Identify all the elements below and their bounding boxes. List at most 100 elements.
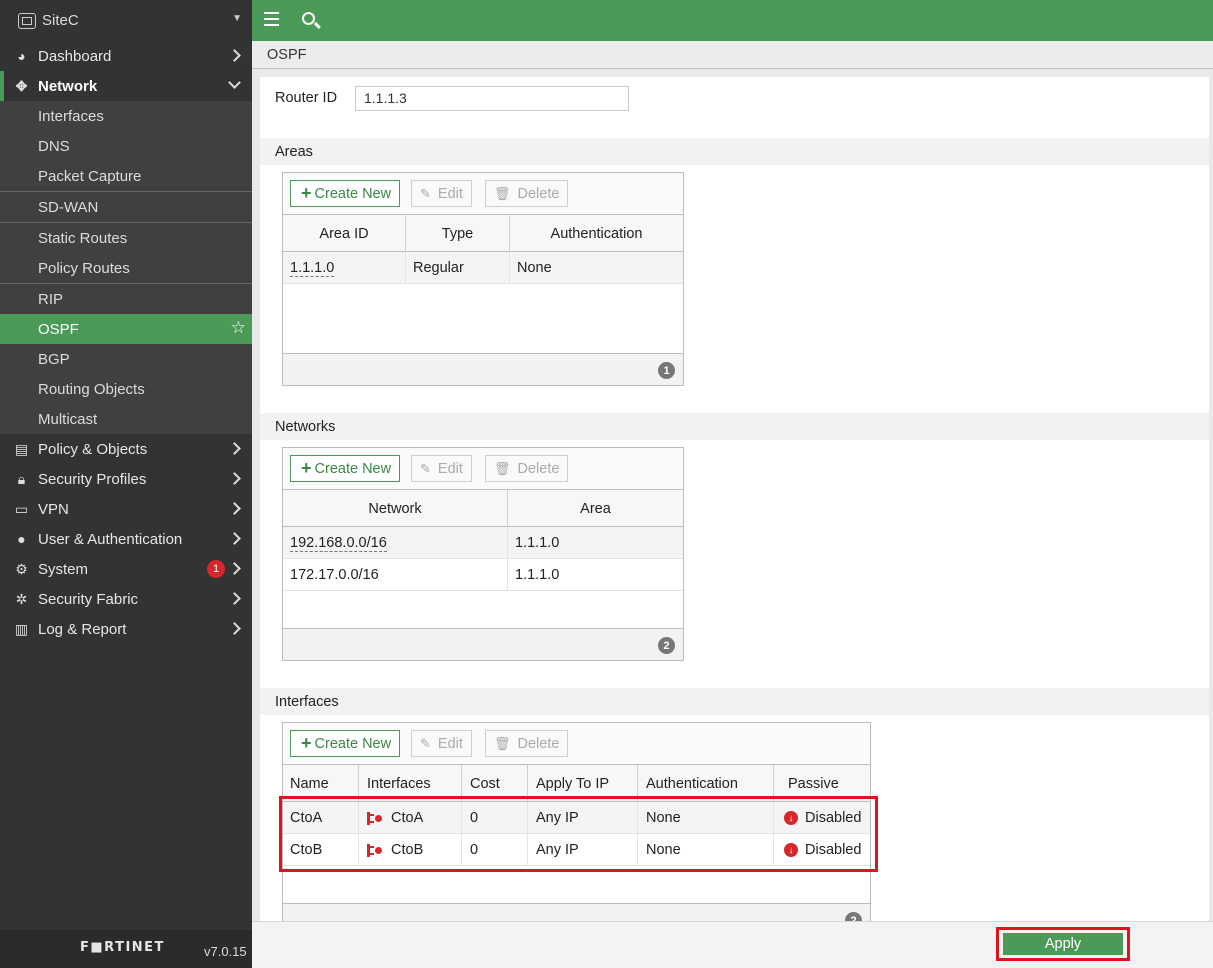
laptop-icon: ▭ <box>14 500 29 517</box>
hamburger-menu-icon[interactable] <box>264 12 279 26</box>
networks-table: + Create New ✎ Edit 🗑︎ Delete Network Area … <box>282 447 684 661</box>
column-header[interactable]: Network <box>283 490 508 527</box>
column-header[interactable]: Cost <box>462 765 528 802</box>
chevron-right-icon <box>228 532 241 545</box>
row-count-badge: 2 <box>845 912 862 921</box>
chevron-right-icon <box>228 622 241 635</box>
sidebar-item-policy-routes[interactable]: Policy Routes <box>0 253 252 283</box>
area-id-value: 1.1.1.0 <box>290 259 335 277</box>
sidebar-item-static-routes[interactable]: Static Routes <box>0 223 252 253</box>
search-icon[interactable] <box>302 12 315 25</box>
table-row[interactable]: 172.17.0.0/16 1.1.1.0 <box>283 559 683 591</box>
edit-button[interactable]: ✎ Edit <box>411 455 472 482</box>
sidebar-item-label: Network <box>38 77 98 95</box>
row-count-badge: 2 <box>658 637 675 654</box>
sidebar-item-packet-capture[interactable]: Packet Capture <box>0 161 252 191</box>
edit-button[interactable]: ✎ Edit <box>411 730 472 757</box>
gear-icon: ⚙ <box>15 560 28 577</box>
sidebar-item-multicast[interactable]: Multicast <box>0 404 252 434</box>
chevron-right-icon <box>228 562 241 575</box>
user-icon: ● <box>17 531 26 547</box>
column-header[interactable]: Passive <box>774 765 870 802</box>
network-value: 192.168.0.0/16 <box>290 534 387 552</box>
plus-icon: + <box>301 458 312 478</box>
table-row[interactable]: CtoB CtoB 0 Any IP None ↓ Disabled <box>283 834 870 866</box>
passive-status: Disabled <box>805 810 862 826</box>
delete-button[interactable]: 🗑︎ Delete <box>485 455 569 482</box>
sidebar-item-ospf[interactable]: OSPF ☆ <box>0 314 252 344</box>
site-name: SiteC <box>42 12 79 29</box>
column-header[interactable]: Apply To IP <box>528 765 638 802</box>
column-header[interactable]: Area <box>508 490 683 527</box>
dashboard-icon: ◕ <box>17 48 26 64</box>
table-cell: Regular <box>406 252 510 284</box>
table-cell: Any IP <box>528 802 638 834</box>
delete-button[interactable]: 🗑︎ Delete <box>485 730 569 757</box>
chart-icon: ▥ <box>14 620 29 637</box>
button-label: Delete <box>517 185 560 202</box>
table-cell: CtoB <box>359 834 462 866</box>
sidebar-item-interfaces[interactable]: Interfaces <box>0 101 252 131</box>
table-header: Area ID Type Authentication <box>283 215 683 252</box>
apply-button[interactable]: Apply <box>1003 933 1123 955</box>
router-id-input[interactable]: 1.1.1.3 <box>355 86 629 111</box>
chevron-right-icon <box>228 49 241 62</box>
sidebar-item-vpn[interactable]: ▭ VPN <box>0 494 252 524</box>
sidebar-item-security-fabric[interactable]: ✲ Security Fabric <box>0 584 252 614</box>
interfaces-table: + Create New ✎ Edit 🗑︎ Delete Name Interfac… <box>282 722 871 921</box>
apply-highlight: Apply <box>996 927 1130 961</box>
disabled-arrow-icon: ↓ <box>784 811 798 825</box>
create-new-button[interactable]: + Create New <box>290 730 401 757</box>
sidebar-item-label: Dashboard <box>38 47 112 65</box>
sidebar-item-bgp[interactable]: BGP <box>0 344 252 374</box>
create-new-button[interactable]: + Create New <box>290 455 401 482</box>
delete-button[interactable]: 🗑︎ Delete <box>485 180 569 207</box>
device-icon <box>18 12 36 29</box>
sidebar-item-label: Security Fabric <box>38 590 139 608</box>
networks-toolbar: + Create New ✎ Edit 🗑︎ Delete <box>283 448 683 490</box>
sidebar-item-label: User & Authentication <box>38 530 183 548</box>
edit-button[interactable]: ✎ Edit <box>411 180 472 207</box>
table-row[interactable]: 1.1.1.0 Regular None <box>283 252 683 284</box>
sidebar-item-label: System <box>38 560 89 578</box>
column-header[interactable]: Area ID <box>283 215 406 252</box>
site-selector[interactable]: SiteC ▼ <box>0 0 252 41</box>
sidebar-item-log-report[interactable]: ▥ Log & Report <box>0 614 252 644</box>
plus-icon: + <box>301 733 312 753</box>
fortinet-logo: F■RTINET <box>80 940 165 955</box>
sidebar-item-routing-objects[interactable]: Routing Objects <box>0 374 252 404</box>
sidebar-item-rip[interactable]: RIP <box>0 284 252 314</box>
interface-icon <box>367 843 382 857</box>
sidebar-item-label: Security Profiles <box>38 470 147 488</box>
sidebar-item-policy-objects[interactable]: ▤ Policy & Objects <box>0 434 252 464</box>
table-cell: 1.1.1.0 <box>283 252 406 284</box>
sidebar-item-dns[interactable]: DNS <box>0 131 252 161</box>
column-header[interactable]: Type <box>406 215 510 252</box>
column-header[interactable]: Interfaces <box>359 765 462 802</box>
table-cell: None <box>638 802 774 834</box>
star-icon[interactable]: ☆ <box>231 318 246 338</box>
sidebar-item-user-authentication[interactable]: ● User & Authentication <box>0 524 252 554</box>
table-row[interactable]: CtoA CtoA 0 Any IP None ↓ Disabled <box>283 802 870 834</box>
sidebar-item-label: Routing Objects <box>38 380 145 398</box>
trash-icon: 🗑︎ <box>494 735 511 751</box>
column-header[interactable]: Name <box>283 765 359 802</box>
column-header[interactable]: Authentication <box>638 765 774 802</box>
chevron-right-icon <box>228 442 241 455</box>
sidebar-item-security-profiles[interactable]: 🔒︎ Security Profiles <box>0 464 252 494</box>
router-id-label: Router ID <box>275 90 338 106</box>
chevron-right-icon <box>228 472 241 485</box>
create-new-button[interactable]: + Create New <box>290 180 401 207</box>
table-row[interactable]: 192.168.0.0/16 1.1.1.0 <box>283 527 683 559</box>
interface-name: CtoA <box>391 810 424 826</box>
sidebar-item-sd-wan[interactable]: SD-WAN <box>0 192 252 222</box>
sidebar-item-system[interactable]: ⚙ System 1 <box>0 554 252 584</box>
sidebar-item-label: Multicast <box>38 410 98 428</box>
table-cell: 0 <box>462 834 528 866</box>
sidebar-item-network[interactable]: ✥ Network <box>0 71 252 101</box>
lock-icon: 🔒︎ <box>17 470 26 487</box>
top-bar <box>252 0 1213 41</box>
row-count-badge: 1 <box>658 362 675 379</box>
sidebar-item-dashboard[interactable]: ◕ Dashboard <box>0 41 252 71</box>
column-header[interactable]: Authentication <box>510 215 683 252</box>
